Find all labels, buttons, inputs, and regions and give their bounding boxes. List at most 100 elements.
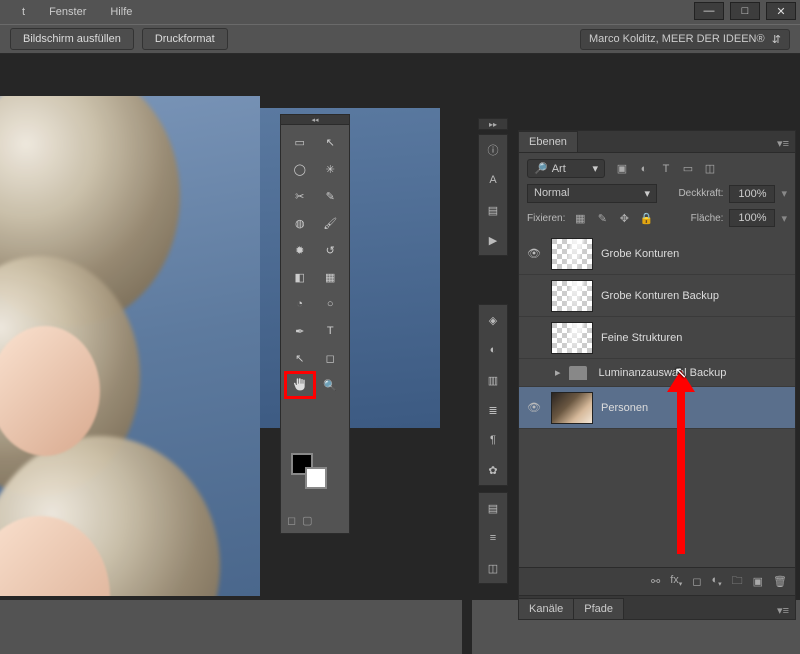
hand-icon[interactable]: [285, 372, 315, 398]
screenmode-icon[interactable]: ▢: [302, 514, 312, 527]
visibility-icon[interactable]: 👁: [525, 401, 543, 414]
group-icon[interactable]: 🗀: [732, 572, 743, 591]
blur-icon[interactable]: ◔: [285, 291, 315, 317]
layer-group[interactable]: ▸ Luminanzauswahl Backup: [519, 359, 795, 387]
visibility-icon[interactable]: 👁: [525, 247, 543, 260]
tab-pfade[interactable]: Pfade: [574, 598, 624, 619]
histogram-icon[interactable]: ▤: [479, 493, 507, 523]
fill-adj-icon[interactable]: ◐▾: [711, 574, 721, 588]
layer-thumbnail[interactable]: [551, 322, 593, 354]
tools-collapse[interactable]: [281, 115, 349, 125]
layer-controls: 🔎 Art ▾ ▣ ◐ T ▭ ◫ Normal ▾ Deckkraft:: [519, 153, 795, 233]
layer-item-selected[interactable]: 👁 Personen: [519, 387, 795, 429]
swatches-icon[interactable]: ◈: [479, 305, 507, 335]
layer-name[interactable]: Personen: [601, 402, 648, 414]
layer-name[interactable]: Grobe Konturen Backup: [601, 290, 719, 302]
brush-presets-icon[interactable]: ✿: [479, 455, 507, 485]
actions-icon[interactable]: ¶: [479, 425, 507, 455]
pen-icon[interactable]: ✒: [285, 318, 315, 344]
shape-icon[interactable]: ◻: [316, 345, 346, 371]
layers-mini-icon[interactable]: ≣: [479, 395, 507, 425]
blend-mode-dropdown[interactable]: Normal ▾: [527, 184, 657, 203]
side-collapse[interactable]: ▸▸: [478, 118, 508, 130]
trash-icon[interactable]: 🗑: [773, 575, 787, 588]
smart-filter-icon[interactable]: ◫: [701, 160, 719, 178]
chevron-down-icon[interactable]: ▾: [781, 187, 787, 200]
workspace-dropdown[interactable]: Marco Kolditz, MEER DER IDEEN® ⇵: [580, 29, 790, 50]
minimize-button[interactable]: —: [694, 2, 724, 20]
fill-field[interactable]: 100%: [729, 209, 775, 227]
panel-menu-icon[interactable]: ▾≡: [771, 135, 795, 152]
eyedropper-icon[interactable]: ✎: [316, 183, 346, 209]
type-icon[interactable]: T: [316, 318, 346, 344]
paths-mini-icon[interactable]: ◫: [479, 553, 507, 583]
layers-panel: Ebenen ▾≡ 🔎 Art ▾ ▣ ◐ T ▭ ◫: [518, 130, 796, 620]
lasso-icon[interactable]: ◯: [285, 156, 315, 182]
layer-item[interactable]: Feine Strukturen: [519, 317, 795, 359]
quickmask-icon[interactable]: ◻: [287, 514, 296, 527]
color-swatches[interactable]: [291, 453, 331, 493]
menu-item-hilfe[interactable]: Hilfe: [98, 2, 144, 22]
layer-name[interactable]: Luminanzauswahl Backup: [599, 367, 727, 379]
path-select-icon[interactable]: ↖: [285, 345, 315, 371]
spot-heal-icon[interactable]: ◍: [285, 210, 315, 236]
filter-icons: ▣ ◐ T ▭ ◫: [613, 160, 719, 178]
group-expand-icon[interactable]: ▸: [555, 366, 561, 379]
opacity-field[interactable]: 100%: [729, 185, 775, 203]
chevron-down-icon[interactable]: ▾: [781, 212, 787, 225]
panel-tabs: Ebenen ▾≡: [519, 131, 795, 153]
fx-icon[interactable]: fx▾: [670, 574, 682, 588]
layer-name[interactable]: Grobe Konturen: [601, 248, 679, 260]
type-filter-icon[interactable]: T: [657, 160, 675, 178]
layer-thumbnail[interactable]: [551, 238, 593, 270]
new-icon[interactable]: ▣: [753, 575, 763, 588]
layer-name[interactable]: Feine Strukturen: [601, 332, 682, 344]
tab-ebenen[interactable]: Ebenen: [519, 131, 578, 152]
layer-item[interactable]: 👁 Grobe Konturen: [519, 233, 795, 275]
rectangular-marquee-icon[interactable]: ▭: [285, 129, 315, 155]
mask-icon[interactable]: ◻: [692, 575, 701, 588]
tab-kanaele[interactable]: Kanäle: [519, 598, 574, 619]
fx-filter-icon[interactable]: ◐: [635, 160, 653, 178]
link-icon[interactable]: ⚯: [651, 575, 660, 588]
history-brush-icon[interactable]: ↺: [316, 237, 346, 263]
info-icon[interactable]: ⓘ: [479, 135, 507, 165]
panel-menu-icon[interactable]: ▾≡: [771, 602, 795, 619]
layer-item[interactable]: Grobe Konturen Backup: [519, 275, 795, 317]
magic-wand-icon[interactable]: ✳: [316, 156, 346, 182]
fill-screen-button[interactable]: Bildschirm ausfüllen: [10, 28, 134, 50]
print-format-button[interactable]: Druckformat: [142, 28, 228, 50]
crop-icon[interactable]: ✂: [285, 183, 315, 209]
lock-transparent-icon[interactable]: ▦: [571, 209, 589, 227]
layer-thumbnail[interactable]: [551, 280, 593, 312]
image-filter-icon[interactable]: ▣: [613, 160, 631, 178]
layer-thumbnail[interactable]: [551, 392, 593, 424]
tools-panel: ▭ ↖ ◯ ✳ ✂ ✎ ◍ 🖌 ✹ ↺ ◧ ▦ ◔ ○ ✒ T ↖ ◻ 🔍: [280, 114, 350, 534]
adjust-icon[interactable]: ◐: [479, 335, 507, 365]
dodge-icon[interactable]: ○: [316, 291, 346, 317]
brush-icon[interactable]: 🖌: [316, 210, 346, 236]
document-canvas[interactable]: [0, 96, 260, 596]
zoom-icon[interactable]: 🔍: [316, 372, 346, 398]
character-icon[interactable]: A: [479, 165, 507, 195]
lock-paint-icon[interactable]: ✎: [593, 209, 611, 227]
close-button[interactable]: ✕: [766, 2, 796, 20]
navigator-icon[interactable]: ▤: [479, 195, 507, 225]
menu-item-fenster[interactable]: Fenster: [37, 2, 98, 22]
move-icon[interactable]: ↖: [316, 129, 346, 155]
lock-position-icon[interactable]: ✥: [615, 209, 633, 227]
side-icon-group-3: ▤ ≡ ◫: [478, 492, 508, 584]
maximize-button[interactable]: □: [730, 2, 760, 20]
lock-all-icon[interactable]: 🔒: [637, 209, 655, 227]
menubar: t Fenster Hilfe: [0, 0, 800, 24]
shape-filter-icon[interactable]: ▭: [679, 160, 697, 178]
styles-icon[interactable]: ▥: [479, 365, 507, 395]
eraser-icon[interactable]: ◧: [285, 264, 315, 290]
play-icon[interactable]: ▶: [479, 225, 507, 255]
gradient-icon[interactable]: ▦: [316, 264, 346, 290]
menu-item-t[interactable]: t: [10, 2, 37, 22]
layer-filter-kind[interactable]: 🔎 Art ▾: [527, 159, 605, 178]
clone-stamp-icon[interactable]: ✹: [285, 237, 315, 263]
properties-icon[interactable]: ≡: [479, 523, 507, 553]
background-swatch[interactable]: [305, 467, 327, 489]
